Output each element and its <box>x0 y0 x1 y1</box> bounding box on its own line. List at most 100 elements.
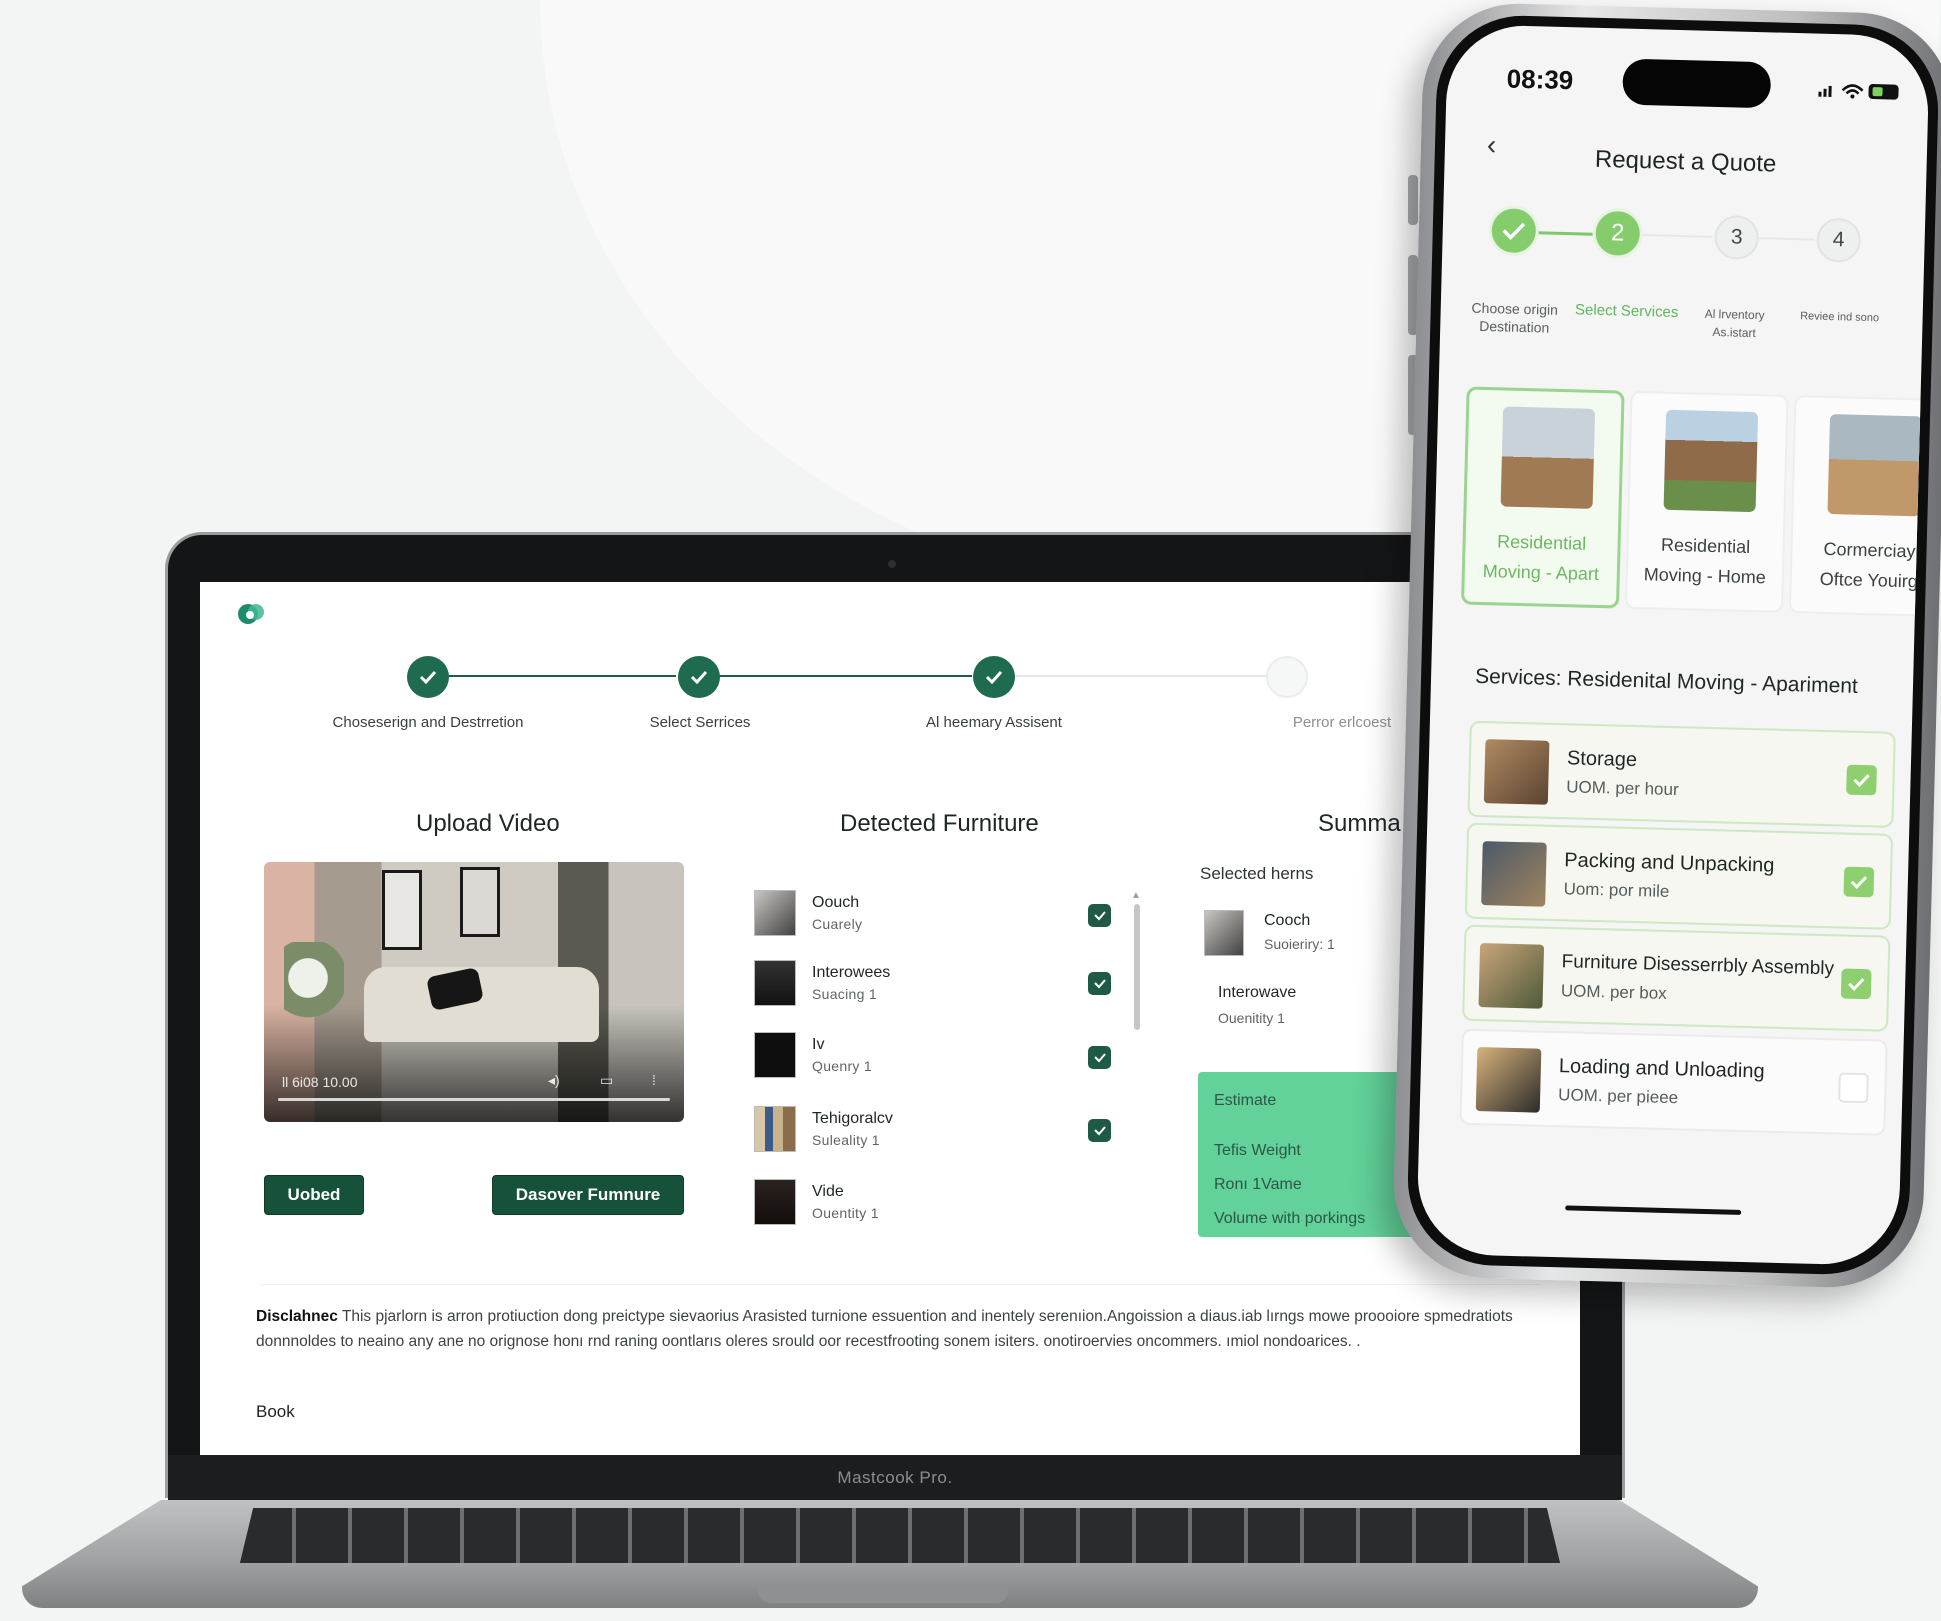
captions-icon[interactable]: ▭ <box>600 1072 613 1089</box>
video-time: ll 6i08 10.00 <box>282 1074 358 1090</box>
service-option-name: Furniture Disesserrbly Assembly <box>1561 951 1835 980</box>
phone-step-3[interactable]: 3 <box>1714 214 1760 261</box>
step-3-label: Al heemary Assisent <box>926 714 1062 731</box>
check-icon <box>419 670 437 684</box>
summary-thumbnail <box>1204 910 1244 956</box>
estimate-weight: Tefis Weight <box>1214 1142 1301 1159</box>
laptop-screen: Choseserign and Destrretion Select Serri… <box>200 582 1580 1455</box>
step-connector <box>718 675 972 677</box>
disclaimer: Disclahnec This pjarlorn is arron protiu… <box>256 1304 1516 1354</box>
furniture-item: Oouch Cuarely <box>750 890 1120 950</box>
service-option[interactable]: Packing and Unpacking Uom: por mile <box>1464 822 1894 930</box>
scroll-up-icon[interactable]: ▲ <box>1131 890 1141 901</box>
furniture-thumbnail <box>754 1032 796 1078</box>
service-option[interactable]: Storage UOM. per hour <box>1467 720 1896 828</box>
step-2-check[interactable] <box>678 656 720 698</box>
service-option-checkbox[interactable] <box>1838 1072 1869 1104</box>
service-option-name: Loading and Unloading <box>1558 1055 1765 1083</box>
service-type-line1: Cormerciay <box>1823 538 1916 562</box>
phone-step-4[interactable]: 4 <box>1816 217 1862 263</box>
home-indicator <box>1565 1205 1742 1215</box>
service-type-line1: Residential <box>1660 534 1751 557</box>
laptop-brand: Mastcook Pro. <box>837 1468 953 1487</box>
wall-art <box>382 870 422 950</box>
furniture-item: Iv Quenry 1 <box>750 1032 1120 1092</box>
furniture-quantity: Quenry 1 <box>812 1058 872 1074</box>
service-type-label: Residential Moving - Home <box>1627 529 1783 593</box>
furniture-thumbnail <box>754 1179 796 1225</box>
app-logo-icon <box>238 604 264 624</box>
service-option-checkbox[interactable] <box>1843 866 1875 898</box>
check-icon <box>1093 1052 1106 1062</box>
discover-furniture-button[interactable]: Dasover Fumnure <box>492 1175 684 1215</box>
video-player[interactable]: ll 6i08 10.00 ◂) ▭ ⁞ <box>264 862 684 1122</box>
furniture-checkbox[interactable] <box>1088 1046 1111 1069</box>
furniture-item: Tehigoralcv Suleality 1 <box>750 1106 1120 1166</box>
step-1-check[interactable] <box>407 656 449 698</box>
service-option-uom: UOM. per box <box>1560 981 1667 1003</box>
detected-title: Detected Furniture <box>840 810 1039 837</box>
disclaimer-lead: Disclahnec <box>256 1308 338 1325</box>
services-section-title: Services: Residenital Moving - Apariment <box>1474 664 1859 698</box>
fullscreen-icon[interactable]: ⁞ <box>652 1072 656 1088</box>
service-type-line2: Oftce Youirg <box>1819 568 1919 592</box>
summary-title: Summa <box>1318 810 1401 837</box>
phone-side-button <box>1408 175 1418 225</box>
step-connector <box>1536 231 1593 236</box>
phone-step-2[interactable]: 2 <box>1592 207 1644 260</box>
estimate-label: Estimate <box>1214 1092 1277 1109</box>
step-4-pending[interactable] <box>1266 656 1308 698</box>
laptop-camera <box>888 560 896 568</box>
service-option-image <box>1483 739 1550 805</box>
sofa <box>364 967 599 1042</box>
step-connector <box>436 675 676 677</box>
furniture-name: Oouch <box>812 894 860 911</box>
plant <box>284 942 344 1032</box>
upload-title: Upload Video <box>416 810 560 837</box>
phone-step-2-label: Select Services <box>1574 301 1679 322</box>
furniture-quantity: Suleality 1 <box>812 1132 880 1148</box>
video-progress-bar[interactable] <box>278 1098 670 1101</box>
service-type-label: Cormerciay Oftce Youirg <box>1791 533 1930 597</box>
furniture-quantity: Ouentity 1 <box>812 1205 879 1221</box>
service-type-card[interactable]: Residential Moving - Home <box>1624 390 1789 613</box>
service-type-line2: Moving - Home <box>1643 564 1767 588</box>
service-type-line2: Moving - Apart <box>1482 561 1600 585</box>
furniture-thumbnail <box>754 890 796 936</box>
phone-step-1-label: Choose origin Destination <box>1471 299 1559 336</box>
service-option-image <box>1481 841 1547 907</box>
furniture-name: Interowees <box>812 964 891 981</box>
furniture-thumbnail <box>754 960 796 1006</box>
check-icon <box>1848 978 1865 992</box>
service-option[interactable]: Furniture Disesserrbly Assembly UOM. per… <box>1462 924 1891 1032</box>
service-option-uom: UOM. per hour <box>1566 777 1679 800</box>
wall-art <box>460 867 500 937</box>
furniture-checkbox[interactable] <box>1088 904 1111 927</box>
phone-step-4-label: Reviee ind sono <box>1800 310 1880 325</box>
upload-button[interactable]: Uobed <box>264 1175 364 1215</box>
book-link[interactable]: Book <box>256 1402 295 1422</box>
service-type-card[interactable]: Cormerciay Oftce Youirg <box>1788 395 1931 618</box>
summary-item-qty: Ouenitity 1 <box>1218 1010 1285 1026</box>
check-icon <box>1502 222 1526 241</box>
estimate-volume: Volume with porkings <box>1214 1210 1366 1227</box>
service-option-checkbox[interactable] <box>1846 764 1877 796</box>
service-type-image <box>1500 406 1596 509</box>
service-type-card[interactable]: Residential Moving - Apart <box>1460 386 1625 609</box>
furniture-scrollbar[interactable] <box>1134 904 1140 1030</box>
volume-icon[interactable]: ◂) <box>548 1072 560 1089</box>
selected-items-label: Selected herns <box>1200 864 1314 883</box>
summary-item-name: Interowave <box>1218 984 1297 1001</box>
furniture-thumbnail <box>754 1106 796 1152</box>
service-option-uom: Uom: por mile <box>1563 879 1670 901</box>
status-icons <box>1816 80 1903 107</box>
step-connector <box>1014 675 1274 677</box>
service-option-checkbox[interactable] <box>1840 968 1872 1000</box>
furniture-checkbox[interactable] <box>1088 1119 1111 1142</box>
step-3-check[interactable] <box>973 656 1015 698</box>
furniture-quantity: Suacing 1 <box>812 986 877 1002</box>
phone-step-1[interactable] <box>1488 205 1540 257</box>
furniture-name: Tehigoralcv <box>812 1110 893 1127</box>
furniture-checkbox[interactable] <box>1088 972 1111 995</box>
service-option[interactable]: Loading and Unloading UOM. per pieee <box>1459 1028 1888 1136</box>
